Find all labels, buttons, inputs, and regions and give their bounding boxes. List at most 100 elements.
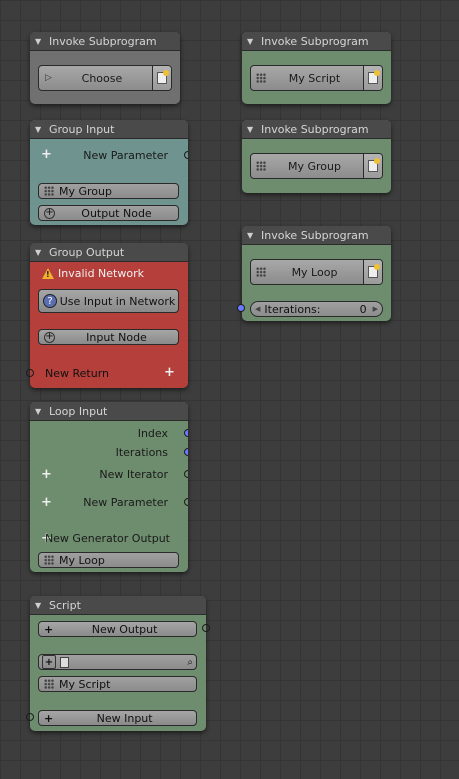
node-header[interactable]: ▼ Invoke Subprogram [30,32,180,51]
subprogram-select[interactable]: My Script [251,66,363,90]
node-header[interactable]: ▼ Script [30,596,206,615]
add-iterator-icon[interactable]: + [41,468,52,481]
plus-icon: + [44,622,54,636]
new-document-button[interactable] [152,66,171,90]
subprogram-select[interactable]: My Group [251,154,363,178]
node-tree-icon [256,267,266,277]
node-tree-icon [256,73,266,83]
decrement-arrow-icon[interactable]: ◀ [255,305,260,313]
node-tree-icon [44,555,54,565]
subprogram-select[interactable]: My Loop [251,260,363,284]
collapse-triangle-icon[interactable]: ▼ [35,601,45,610]
add-text-block-icon[interactable]: + [42,655,56,669]
output-node-button[interactable]: + Output Node [38,205,179,221]
group-name-field[interactable]: My Group [38,183,179,199]
use-input-in-network-button[interactable]: ? Use Input in Network [38,289,179,313]
node-title: Invoke Subprogram [261,34,369,48]
subprogram-picker[interactable]: My Loop [250,259,383,285]
node-tree-icon [44,186,54,196]
node-header[interactable]: ▼ Group Output [30,243,188,262]
node-header[interactable]: ▼ Invoke Subprogram [242,226,391,245]
subprogram-label: My Script [288,71,341,85]
new-iterator-label: New Iterator [99,468,168,481]
warning-icon: ! [42,268,54,279]
increment-arrow-icon[interactable]: ▶ [373,305,378,313]
choose-button[interactable]: ▷ Choose [39,66,152,90]
script-node[interactable]: ▼ Script + New Output + ⌕ My Script + Ne… [30,596,206,731]
node-tree-icon [44,679,54,689]
text-block-field[interactable]: + ⌕ [38,654,197,670]
subprogram-picker[interactable]: My Group [250,153,383,179]
input-node-button[interactable]: + Input Node [38,329,179,345]
loop-name-field[interactable]: My Loop [38,552,179,568]
group-output-node[interactable]: ▼ Group Output ! Invalid Network ? Use I… [30,243,188,388]
text-document-icon [60,656,69,668]
subprogram-label: My Group [288,159,341,173]
collapse-triangle-icon[interactable]: ▼ [247,37,257,46]
add-circle-icon: + [44,207,55,219]
new-input-button[interactable]: + New Input [38,710,197,726]
new-output-button[interactable]: + New Output [38,621,197,637]
iterations-label: Iterations: [264,302,321,316]
new-parameter-label: New Parameter [83,496,168,509]
new-document-button[interactable] [363,154,382,178]
iterations-label: Iterations [115,446,168,459]
search-icon[interactable]: ⌕ [187,657,193,668]
node-header[interactable]: ▼ Group Input [30,120,188,139]
new-document-icon [368,158,380,172]
warning-row: ! Invalid Network [42,267,144,280]
play-triangle-icon: ▷ [45,73,52,83]
iterations-field[interactable]: ◀ Iterations: 0 ▶ [250,301,383,317]
iterations-input-socket[interactable] [237,304,245,312]
new-document-icon [157,70,169,84]
add-parameter-icon[interactable]: + [41,148,52,161]
collapse-triangle-icon[interactable]: ▼ [247,125,257,134]
group-input-node[interactable]: ▼ Group Input + New Parameter My Group +… [30,120,188,225]
new-parameter-socket[interactable] [184,498,188,506]
choose-label: Choose [81,71,123,85]
invoke-subprogram-node-script[interactable]: ▼ Invoke Subprogram My Script [242,32,391,104]
new-document-icon [368,264,380,278]
new-parameter-socket[interactable] [184,151,188,159]
node-header[interactable]: ▼ Loop Input [30,402,188,421]
subprogram-choose-picker[interactable]: ▷ Choose [38,65,172,91]
node-header[interactable]: ▼ Invoke Subprogram [242,32,391,51]
invoke-subprogram-node-group[interactable]: ▼ Invoke Subprogram My Group [242,120,391,193]
new-document-button[interactable] [363,260,382,284]
group-name-label: My Group [59,184,112,198]
iterations-value: 0 [359,302,367,316]
add-return-icon[interactable]: + [164,366,175,379]
new-parameter-label: New Parameter [83,149,168,162]
script-name-label: My Script [59,677,111,691]
collapse-triangle-icon[interactable]: ▼ [35,248,45,257]
loop-input-node[interactable]: ▼ Loop Input Index Iterations + New Iter… [30,402,188,572]
input-node-label: Input Node [86,330,147,344]
warning-text: Invalid Network [58,267,144,280]
subprogram-label: My Loop [291,265,338,279]
subprogram-picker[interactable]: My Script [250,65,383,91]
collapse-triangle-icon[interactable]: ▼ [35,407,45,416]
new-output-socket[interactable] [202,624,210,632]
invoke-subprogram-node-choose[interactable]: ▼ Invoke Subprogram ▷ Choose [30,32,180,104]
node-title: Group Output [49,245,125,259]
loop-name-label: My Loop [59,553,105,567]
new-generator-output-label: New Generator Output [44,532,170,545]
iterations-socket[interactable] [184,448,188,456]
plus-icon: + [44,711,54,725]
invoke-subprogram-node-loop[interactable]: ▼ Invoke Subprogram My Loop ◀ Iterations… [242,226,391,321]
new-document-button[interactable] [363,66,382,90]
new-output-label: New Output [91,622,158,636]
add-parameter-icon[interactable]: + [41,496,52,509]
collapse-triangle-icon[interactable]: ▼ [247,231,257,240]
node-header[interactable]: ▼ Invoke Subprogram [242,120,391,139]
node-title: Invoke Subprogram [49,34,157,48]
script-name-field[interactable]: My Script [38,676,197,692]
node-title: Group Input [49,122,115,136]
new-document-icon [368,70,380,84]
new-return-socket[interactable] [26,369,34,377]
collapse-triangle-icon[interactable]: ▼ [35,125,45,134]
collapse-triangle-icon[interactable]: ▼ [35,37,45,46]
new-input-socket[interactable] [26,713,34,721]
new-iterator-socket[interactable] [184,470,188,478]
index-socket[interactable] [184,429,188,437]
